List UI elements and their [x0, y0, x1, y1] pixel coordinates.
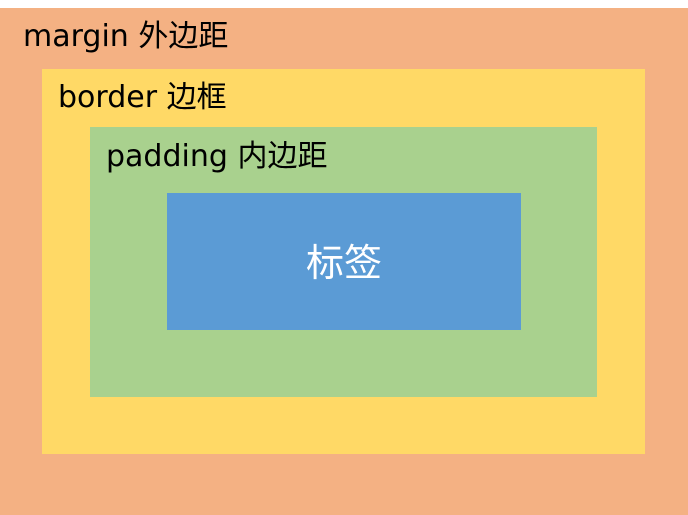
padding-label: padding 内边距 — [106, 139, 328, 174]
content-box: 标签 — [167, 193, 521, 330]
content-label: 标签 — [305, 240, 382, 285]
border-label: border 边框 — [58, 80, 227, 115]
margin-label: margin 外边距 — [23, 19, 229, 54]
